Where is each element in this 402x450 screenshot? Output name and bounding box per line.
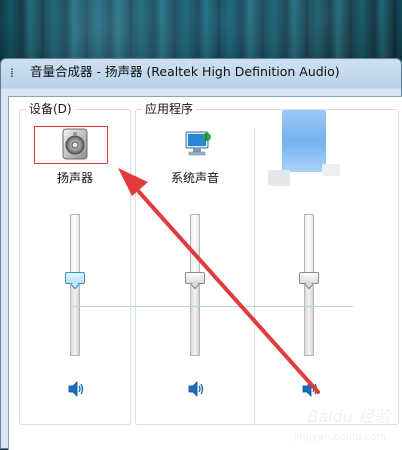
app-volume-slider[interactable]: [299, 272, 319, 284]
volume-mixer-window: ⁞ 音量合成器 - 扬声器 (Realtek High Definition A…: [0, 58, 402, 450]
master-volume-line: [73, 306, 353, 307]
system-sounds-volume-slider[interactable]: [185, 272, 205, 284]
speaker-highlight-box: [34, 126, 108, 164]
system-sounds-label: 系统声音: [170, 171, 219, 185]
system-sounds-channel: 系统声音: [140, 110, 250, 424]
watermark-url: jingyan.baidu.com: [293, 432, 386, 443]
background-glow: [0, 0, 402, 64]
title-bar[interactable]: ⁞ 音量合成器 - 扬声器 (Realtek High Definition A…: [0, 58, 402, 86]
speaker-label: 扬声器: [56, 171, 93, 185]
speaker-volume-slider[interactable]: [65, 272, 85, 284]
app-icon[interactable]: [282, 110, 326, 172]
speaker-volume-icon: [188, 381, 204, 397]
app-volume-level: [305, 278, 313, 355]
speaker-volume-level: [71, 278, 79, 355]
system-sounds-icon[interactable]: [180, 126, 216, 162]
speaker-volume-icon: [68, 381, 84, 397]
app-label-blur-2: [322, 164, 340, 176]
window-icon: ⁞: [10, 66, 14, 80]
app-channel: [254, 110, 364, 424]
background-photo: [0, 0, 402, 64]
window-title: 音量合成器 - 扬声器 (Realtek High Definition Aud…: [30, 64, 340, 79]
app-label-blur: [268, 170, 290, 186]
watermark-logo: Baidu 经验: [307, 407, 390, 426]
system-sounds-volume-level: [191, 278, 199, 355]
applications-group: 应用程序 系统声音: [135, 101, 399, 425]
app-mute-button[interactable]: [300, 380, 320, 398]
speaker-volume-icon: [302, 381, 318, 397]
system-sounds-mute-button[interactable]: [186, 380, 206, 398]
speaker-mute-button[interactable]: [66, 380, 86, 398]
